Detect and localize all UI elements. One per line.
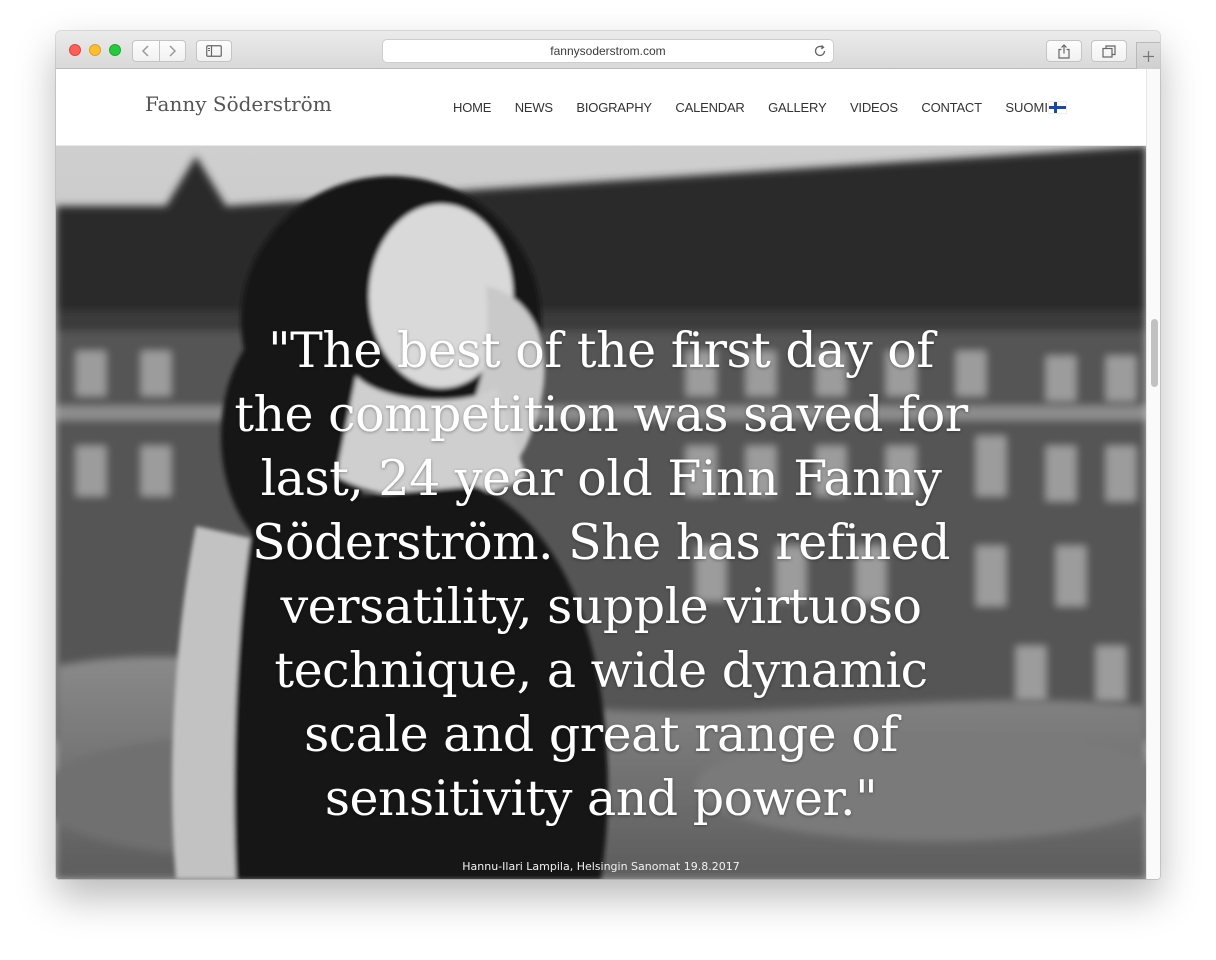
reload-icon[interactable]: [812, 43, 828, 59]
site-header: Fanny Söderström HOME NEWS BIOGRAPHY CAL…: [56, 69, 1146, 146]
vertical-scrollbar[interactable]: [1146, 69, 1160, 879]
scrollbar-thumb[interactable]: [1151, 319, 1158, 387]
sidebar-button[interactable]: [196, 40, 232, 62]
nav-item-contact[interactable]: CONTACT: [921, 100, 982, 115]
chevron-left-icon: [141, 45, 149, 57]
history-buttons: [132, 40, 186, 62]
browser-toolbar: fannysoderstrom.com: [56, 31, 1160, 69]
back-button[interactable]: [133, 41, 159, 61]
window-maximize-button[interactable]: [109, 44, 121, 56]
tabs-overview-button[interactable]: [1091, 40, 1127, 62]
quote-citation: Hannu-Ilari Lampila, Helsingin Sanomat 1…: [462, 860, 740, 873]
address-bar[interactable]: fannysoderstrom.com: [382, 39, 834, 63]
share-icon: [1058, 43, 1070, 59]
sidebar-icon: [206, 45, 222, 57]
window-close-button[interactable]: [69, 44, 81, 56]
language-label: SUOMI: [1005, 100, 1048, 115]
nav-item-calendar[interactable]: CALENDAR: [675, 100, 744, 115]
new-tab-button[interactable]: [1136, 42, 1160, 69]
nav-item-biography[interactable]: BIOGRAPHY: [576, 100, 652, 115]
forward-button[interactable]: [158, 41, 186, 61]
nav-item-news[interactable]: NEWS: [515, 100, 553, 115]
nav-item-gallery[interactable]: GALLERY: [768, 100, 827, 115]
site-logo[interactable]: Fanny Söderström: [145, 92, 332, 116]
web-page: Fanny Söderström HOME NEWS BIOGRAPHY CAL…: [56, 69, 1146, 879]
finnish-flag-icon: [1048, 102, 1066, 113]
main-navigation: HOME NEWS BIOGRAPHY CALENDAR GALLERY VID…: [453, 100, 1066, 115]
nav-item-videos[interactable]: VIDEOS: [850, 100, 898, 115]
window-minimize-button[interactable]: [89, 44, 101, 56]
url-text: fannysoderstrom.com: [550, 44, 666, 58]
tabs-icon: [1102, 44, 1116, 58]
browser-window: fannysoderstrom.com Fanny Söderström HOM…: [56, 31, 1160, 879]
chevron-right-icon: [169, 45, 177, 57]
share-button[interactable]: [1046, 40, 1082, 62]
language-switch[interactable]: SUOMI: [1005, 100, 1066, 115]
plus-icon: [1143, 50, 1154, 62]
hero-banner: "The best of the first day of the compet…: [56, 146, 1146, 879]
hero-quote: "The best of the first day of the compet…: [234, 322, 968, 827]
nav-item-home[interactable]: HOME: [453, 100, 491, 115]
